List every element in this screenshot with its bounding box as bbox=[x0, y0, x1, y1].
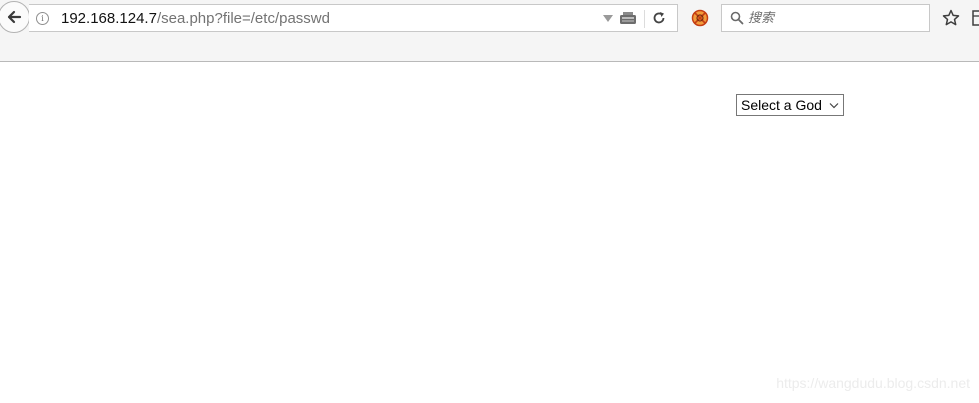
url-host: 192.168.124.7 bbox=[61, 10, 157, 27]
url-bar[interactable]: i 192.168.124.7/sea.php?file=/etc/passwd bbox=[29, 4, 678, 32]
arrow-left-icon bbox=[7, 10, 22, 24]
addon-icon[interactable] bbox=[691, 9, 709, 27]
star-icon[interactable] bbox=[942, 9, 960, 27]
browser-toolbar: i 192.168.124.7/sea.php?file=/etc/passwd bbox=[0, 0, 979, 62]
separator bbox=[644, 10, 645, 28]
url-path: /sea.php?file=/etc/passwd bbox=[156, 10, 330, 27]
url-history-dropdown-icon[interactable] bbox=[603, 15, 613, 22]
info-icon[interactable]: i bbox=[36, 12, 49, 25]
back-button[interactable] bbox=[0, 1, 30, 33]
watermark: https://wangdudu.blog.csdn.net bbox=[776, 375, 970, 391]
search-bar[interactable] bbox=[721, 4, 930, 32]
page-info-icon[interactable] bbox=[619, 11, 637, 27]
chevron-down-icon bbox=[829, 103, 839, 109]
god-select[interactable]: Select a God bbox=[736, 94, 844, 116]
reload-icon[interactable] bbox=[652, 11, 666, 25]
search-icon bbox=[730, 11, 744, 25]
god-select-value: Select a God bbox=[741, 97, 822, 113]
url-text[interactable]: 192.168.124.7/sea.php?file=/etc/passwd bbox=[61, 10, 330, 28]
library-icon[interactable] bbox=[972, 10, 979, 26]
search-input[interactable] bbox=[748, 8, 918, 28]
